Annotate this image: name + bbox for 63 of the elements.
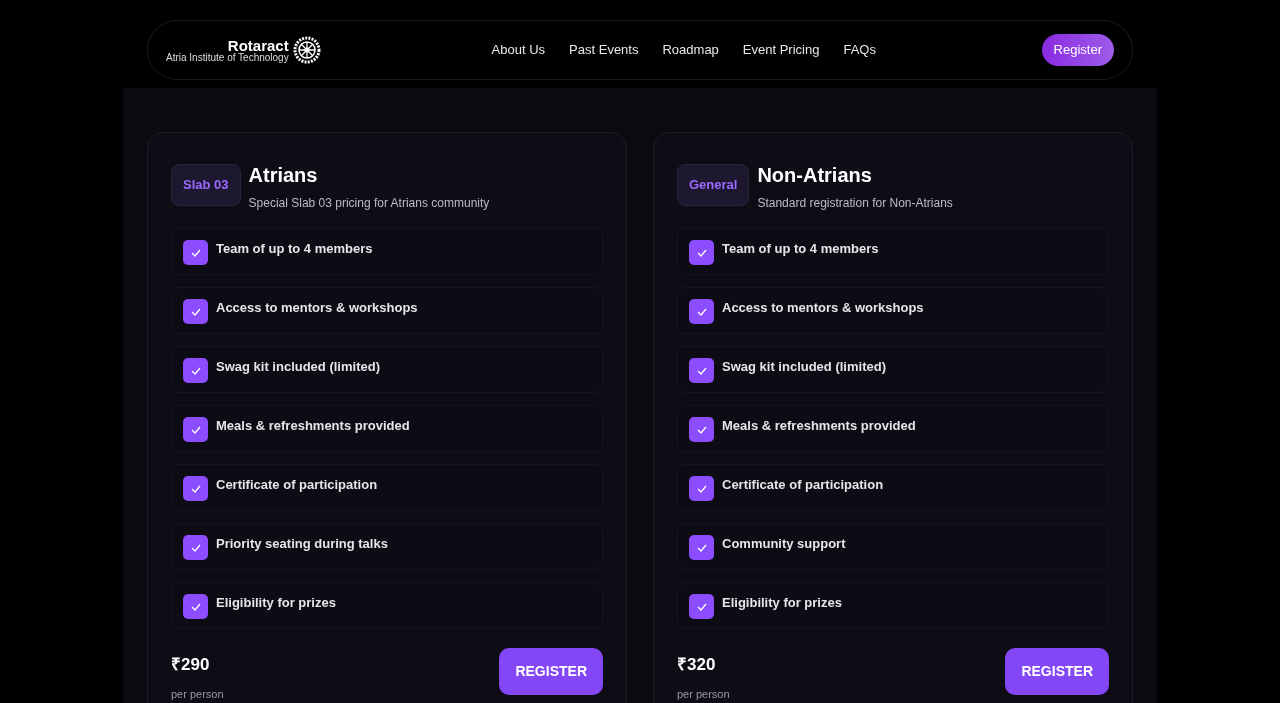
check-icon <box>190 543 201 552</box>
check-icon <box>190 307 201 316</box>
plan-tag: Slab 03 <box>171 164 241 206</box>
checkbox[interactable] <box>689 594 714 619</box>
price-unit: per person <box>677 686 730 702</box>
nav-link[interactable]: FAQs <box>843 40 876 60</box>
feature-label: Certificate of participation <box>216 476 378 494</box>
feature-label: Team of up to 4 members <box>722 240 879 258</box>
price: ₹290 <box>171 654 211 676</box>
plan-description: Standard registration for Non-Atrians <box>757 195 953 212</box>
checkbox[interactable] <box>689 535 714 560</box>
checkbox[interactable] <box>183 594 208 619</box>
check-icon <box>696 307 707 316</box>
wheel-logo-icon <box>292 36 321 64</box>
check-icon <box>190 248 201 257</box>
logo-title: Rotaract <box>226 37 289 53</box>
feature-label: Swag kit included (limited) <box>722 358 886 376</box>
feature-label: Access to mentors & workshops <box>216 299 418 317</box>
check-icon <box>696 366 707 375</box>
price-unit: per person <box>171 686 224 702</box>
checkbox[interactable] <box>183 299 208 324</box>
check-icon <box>696 425 707 434</box>
logo-subtitle: Atria Institute of Technology <box>166 52 289 63</box>
feature-label: Eligibility for prizes <box>722 594 842 612</box>
checkbox[interactable] <box>183 535 208 560</box>
feature-label: Priority seating during talks <box>216 535 388 553</box>
feature-label: Community support <box>722 535 846 553</box>
plan-tag: General <box>677 164 750 206</box>
check-icon <box>190 484 201 493</box>
nav-link[interactable]: About Us <box>491 40 546 60</box>
feature-label: Swag kit included (limited) <box>216 358 380 376</box>
checkbox[interactable] <box>183 358 208 383</box>
checkbox[interactable] <box>689 417 714 442</box>
nav-link[interactable]: Past Events <box>569 40 639 60</box>
register-button[interactable]: REGISTER <box>1005 648 1109 695</box>
feature-label: Team of up to 4 members <box>216 240 373 258</box>
nav-link[interactable]: Event Pricing <box>742 40 820 60</box>
checkbox[interactable] <box>689 476 714 501</box>
nav-link[interactable]: Roadmap <box>662 40 719 60</box>
feature-label: Eligibility for prizes <box>216 594 336 612</box>
plan-title: Non-Atrians <box>757 164 873 186</box>
plan-title: Atrians <box>248 164 319 186</box>
check-icon <box>696 484 707 493</box>
checkbox[interactable] <box>689 358 714 383</box>
check-icon <box>696 602 707 611</box>
check-icon <box>696 543 707 552</box>
feature-label: Access to mentors & workshops <box>722 299 924 317</box>
plan-description: Special Slab 03 pricing for Atrians community <box>248 195 490 212</box>
register-button[interactable]: REGISTER <box>499 648 603 695</box>
feature-label: Certificate of participation <box>722 476 884 494</box>
checkbox[interactable] <box>183 476 208 501</box>
check-icon <box>190 425 201 434</box>
price: ₹320 <box>677 654 717 676</box>
feature-label: Meals & refreshments provided <box>722 417 916 435</box>
checkbox[interactable] <box>689 299 714 324</box>
check-icon <box>190 366 201 375</box>
check-icon <box>696 248 707 257</box>
checkbox[interactable] <box>183 240 208 265</box>
register-button[interactable]: Register <box>1041 34 1114 66</box>
check-icon <box>190 602 201 611</box>
checkbox[interactable] <box>183 417 208 442</box>
feature-label: Meals & refreshments provided <box>216 417 410 435</box>
checkbox[interactable] <box>689 240 714 265</box>
